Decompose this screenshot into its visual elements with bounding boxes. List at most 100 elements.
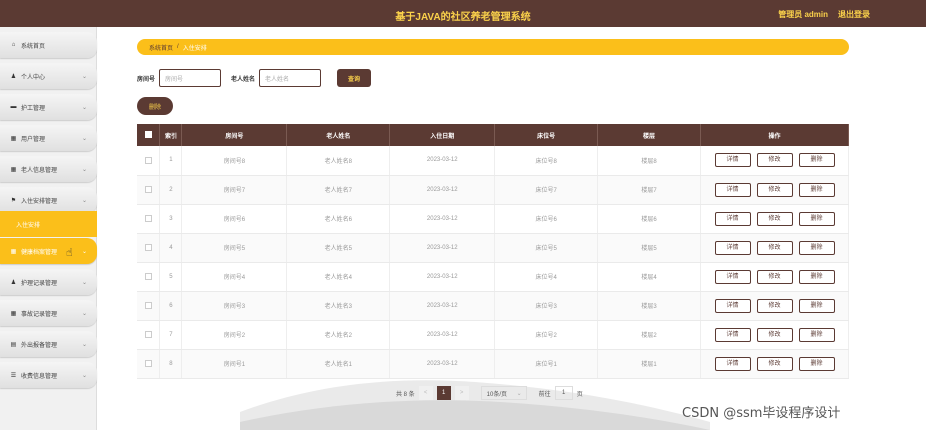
sidebar-item[interactable]: ▬ 护工管理 ⌄ <box>0 94 97 120</box>
table-row[interactable]: 5 房间号4 老人姓名4 2023-03-12 床位号4 楼层4 详情 修改 删除 <box>137 262 849 292</box>
row-checkbox[interactable] <box>144 214 152 222</box>
sidebar-item[interactable]: ♟ 个人中心 ⌄ <box>0 63 97 89</box>
sidebar-item[interactable]: ▦ 用户管理 ⌄ <box>0 125 97 151</box>
sidebar-item[interactable]: ⚑ 入住安排管理 ⌄ <box>0 187 97 213</box>
delete-button[interactable]: 删除 <box>798 356 835 371</box>
sidebar-item[interactable]: ▦ 健康档案管理 ⌄ <box>0 238 97 264</box>
next-page-button[interactable]: > <box>454 386 469 400</box>
table-row[interactable]: 1 房间号8 老人姓名8 2023-03-12 床位号8 楼层8 详情 修改 删除 <box>137 146 849 176</box>
sidebar-subitem[interactable]: 入住安排 <box>0 211 97 237</box>
breadcrumb-home[interactable]: 系统首页 <box>149 43 173 52</box>
row-checkbox[interactable] <box>144 185 152 193</box>
detail-button[interactable]: 详情 <box>714 269 751 284</box>
cell-bed: 床位号8 <box>494 146 599 176</box>
row-select-cell[interactable] <box>137 291 161 321</box>
detail-button[interactable]: 详情 <box>714 153 751 168</box>
delete-button[interactable]: 删除 <box>798 211 835 226</box>
top-bar: 基于JAVA的社区养老管理系统 管理员 admin 退出登录 <box>0 0 926 27</box>
cell-name: 老人姓名4 <box>286 262 391 292</box>
chevron-down-icon: ⌄ <box>81 341 87 348</box>
row-checkbox[interactable] <box>144 272 152 280</box>
cell-name: 老人姓名5 <box>286 233 391 263</box>
cell-bed: 床位号2 <box>494 320 599 350</box>
chevron-down-icon: ⌄ <box>81 372 87 379</box>
detail-button[interactable]: 详情 <box>714 327 751 342</box>
delete-button[interactable]: 删除 <box>798 240 835 255</box>
row-checkbox[interactable] <box>144 330 152 338</box>
table-row[interactable]: 2 房间号7 老人姓名7 2023-03-12 床位号7 楼层7 详情 修改 删除 <box>137 175 849 205</box>
table-row[interactable]: 6 房间号3 老人姓名3 2023-03-12 床位号3 楼层3 详情 修改 删除 <box>137 291 849 321</box>
prev-page-button[interactable]: < <box>418 386 433 400</box>
cell-floor: 楼层6 <box>597 204 702 234</box>
detail-button[interactable]: 详情 <box>714 240 751 255</box>
row-select-cell[interactable] <box>137 262 161 292</box>
cell-index: 1 <box>159 146 183 176</box>
edit-button[interactable]: 修改 <box>756 153 793 168</box>
sidebar-item-label: 事故记录管理 <box>21 311 58 318</box>
search-button[interactable]: 查询 <box>337 69 372 87</box>
current-page[interactable]: 1 <box>436 386 451 400</box>
delete-button[interactable]: 删除 <box>798 327 835 342</box>
sidebar-item[interactable]: ▤ 外出报备管理 ⌄ <box>0 331 97 357</box>
cell-index: 5 <box>159 262 183 292</box>
edit-button[interactable]: 修改 <box>756 269 793 284</box>
row-actions: 详情 修改 删除 <box>700 204 849 234</box>
table-row[interactable]: 4 房间号5 老人姓名5 2023-03-12 床位号5 楼层5 详情 修改 删除 <box>137 233 849 263</box>
detail-button[interactable]: 详情 <box>714 356 751 371</box>
table-row[interactable]: 3 房间号6 老人姓名6 2023-03-12 床位号6 楼层6 详情 修改 删除 <box>137 204 849 234</box>
select-all-checkbox[interactable] <box>144 131 152 139</box>
row-checkbox[interactable] <box>144 301 152 309</box>
delete-button[interactable]: 删除 <box>798 269 835 284</box>
row-checkbox[interactable] <box>144 156 152 164</box>
sidebar-item[interactable]: ▦ 老人信息管理 ⌄ <box>0 156 97 182</box>
detail-button[interactable]: 详情 <box>714 211 751 226</box>
cell-index: 4 <box>159 233 183 263</box>
cell-bed: 床位号3 <box>494 291 599 321</box>
sidebar-item[interactable]: ⌂ 系统首页 <box>0 32 97 58</box>
edit-button[interactable]: 修改 <box>756 211 793 226</box>
edit-button[interactable]: 修改 <box>756 240 793 255</box>
row-select-cell[interactable] <box>137 175 161 205</box>
logout-link[interactable]: 退出登录 <box>838 9 870 20</box>
sidebar-item[interactable]: ☰ 收费信息管理 ⌄ <box>0 362 97 388</box>
room-input[interactable]: 房间号 <box>159 69 222 87</box>
detail-button[interactable]: 详情 <box>714 298 751 313</box>
goto-page-input[interactable]: 1 <box>554 386 573 400</box>
page-size-value: 10条/页 <box>486 391 508 398</box>
edit-button[interactable]: 修改 <box>756 182 793 197</box>
row-select-cell[interactable] <box>137 146 161 176</box>
row-select-cell[interactable] <box>137 349 161 379</box>
row-select-cell[interactable] <box>137 204 161 234</box>
detail-button[interactable]: 详情 <box>714 182 751 197</box>
column-header: 床位号 <box>494 124 599 146</box>
sidebar-item[interactable]: ▦ 事故记录管理 ⌄ <box>0 300 97 326</box>
sidebar-item[interactable]: ♟ 护理记录管理 ⌄ <box>0 269 97 295</box>
admin-user[interactable]: 管理员 admin <box>778 9 828 20</box>
edit-button[interactable]: 修改 <box>756 327 793 342</box>
page-size-select[interactable]: 10条/页 ⌄ <box>480 386 527 400</box>
name-input[interactable]: 老人姓名 <box>259 69 322 87</box>
delete-button[interactable]: 删除 <box>798 298 835 313</box>
delete-button[interactable]: 删除 <box>798 153 835 168</box>
person-icon: ♟ <box>10 279 17 286</box>
row-checkbox[interactable] <box>144 243 152 251</box>
select-all-header[interactable] <box>137 124 161 146</box>
cell-room: 房间号2 <box>181 320 288 350</box>
data-table: 索引 房间号 老人姓名 入住日期 床位号 楼层 操作 1 房间号8 老人姓名8 202… <box>137 124 849 379</box>
delete-button[interactable]: 删除 <box>798 182 835 197</box>
bulk-delete-button[interactable]: 删除 <box>137 97 173 115</box>
row-select-cell[interactable] <box>137 320 161 350</box>
cell-index: 2 <box>159 175 183 205</box>
row-checkbox[interactable] <box>144 359 152 367</box>
cell-index: 8 <box>159 349 183 379</box>
edit-button[interactable]: 修改 <box>756 298 793 313</box>
chevron-down-icon: ⌄ <box>81 279 87 286</box>
table-row[interactable]: 7 房间号2 老人姓名2 2023-03-12 床位号2 楼层2 详情 修改 删除 <box>137 320 849 350</box>
cell-date: 2023-03-12 <box>389 175 496 205</box>
page-unit: 页 <box>576 391 583 398</box>
chevron-down-icon: ⌄ <box>81 135 87 142</box>
column-header: 老人姓名 <box>286 124 391 146</box>
edit-button[interactable]: 修改 <box>756 356 793 371</box>
row-select-cell[interactable] <box>137 233 161 263</box>
cell-date: 2023-03-12 <box>389 204 496 234</box>
